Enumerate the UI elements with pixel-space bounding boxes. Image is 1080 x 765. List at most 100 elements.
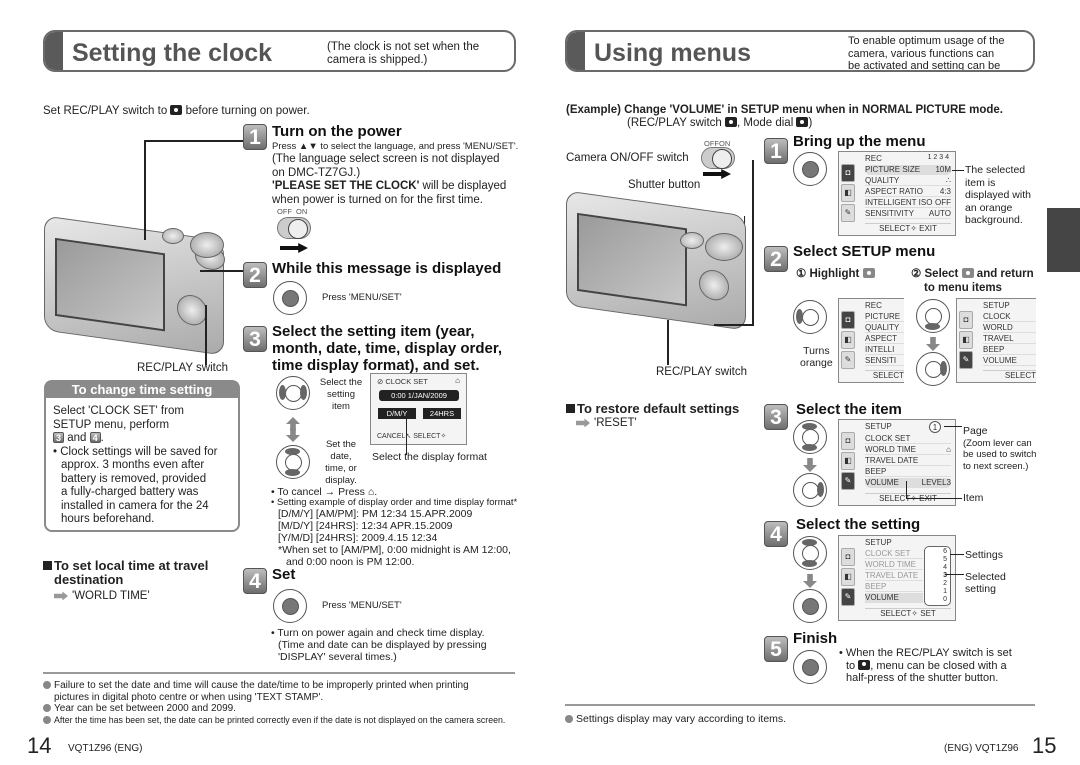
step-ref-4: 4: [89, 432, 101, 443]
step-number-3: 3: [764, 404, 788, 430]
motion-tab[interactable]: ◧: [841, 331, 855, 349]
left-notes: Failure to set the date and time will ca…: [43, 680, 505, 726]
square-bullet-icon: [566, 404, 575, 413]
rec-tab[interactable]: ◘: [959, 311, 973, 329]
down-arrow-icon: [803, 574, 817, 588]
rec-tab[interactable]: ◘: [841, 548, 855, 566]
menu-item[interactable]: WORLD TIME ⌂: [865, 445, 951, 455]
menu-item[interactable]: SENSITIVITY AUTO: [865, 209, 951, 219]
step-number-1: 1: [243, 124, 267, 150]
bullet-icon: [43, 715, 51, 724]
mode-dial: [190, 232, 224, 258]
camera-mode-icon: [858, 659, 871, 670]
callout-line: [945, 574, 964, 575]
right-arrow-icon: [280, 243, 308, 253]
camera-mode-icon: [170, 105, 183, 115]
control-pad-icon: [793, 650, 827, 684]
volume-setting-screen: SETUP ◘ ◧ ✎ CLOCK SET WORLD TIME TRAVEL …: [838, 535, 956, 621]
menu-item-selected[interactable]: VOLUME LEVEL3: [865, 478, 951, 488]
control-pad-right-icon: [793, 473, 827, 507]
control-pad-up-down-icon: [276, 445, 310, 479]
intro-text: Set REC/PLAY switch to before turning on…: [43, 105, 310, 117]
step-number-5: 5: [764, 636, 788, 662]
menu-item-selected[interactable]: PICTURE SIZE 10M: [865, 165, 951, 175]
motion-tab[interactable]: ◧: [959, 331, 973, 349]
motion-tab[interactable]: ◧: [841, 452, 855, 470]
step2-sub2: ② Select and return to menu items: [911, 268, 1034, 294]
menu-item[interactable]: BEEP: [865, 467, 951, 477]
page-title: Setting the clock: [72, 39, 273, 67]
bullet-icon: [43, 681, 51, 689]
right-arrow-icon: [703, 169, 731, 179]
finish-note: • When the REC/PLAY switch is set to , m…: [839, 647, 1012, 684]
step-title-4: Select the setting: [796, 516, 921, 533]
rec-menu-partial-screen: REC ◘ ◧ ✎ PICTURE QUALITY ASPECT INTELLI…: [838, 298, 904, 383]
rec-tab[interactable]: ◘: [841, 311, 855, 329]
turns-orange-label: Turns orange: [800, 345, 833, 369]
connector-line: [752, 160, 754, 325]
step4-note: • Turn on power again and check time dis…: [271, 627, 487, 663]
rec-menu-screen: REC 1 2 3 4 ◘ ◧ ✎ PICTURE SIZE 10M QUALIT…: [838, 151, 956, 236]
menu-item[interactable]: QUALITY ∴: [865, 176, 951, 186]
camera-screen: [577, 212, 687, 307]
callout-line: [406, 419, 407, 455]
example-subline: (REC/PLAY switch , Mode dial ): [627, 117, 813, 129]
setup-tab[interactable]: ✎: [841, 588, 855, 606]
callout-line: [944, 426, 962, 427]
control-pad-left-right-icon: [276, 376, 310, 410]
header-note: (The clock is not set when the camera is…: [327, 41, 480, 66]
page-number-left: 14: [27, 733, 52, 758]
control-pad-up-down-icon: [793, 420, 827, 454]
rec-tab[interactable]: ◘: [841, 432, 855, 450]
power-switch[interactable]: [277, 217, 311, 239]
step4-press: Press 'MENU/SET': [322, 600, 402, 611]
time-format-field[interactable]: 24HRS: [423, 408, 461, 419]
volume-level-selector[interactable]: 6 5 4 3 2 1 0: [924, 546, 951, 606]
box-header: To change time setting: [46, 382, 238, 398]
menu-item[interactable]: TRAVEL DATE: [865, 456, 951, 466]
shutter-button: [680, 232, 704, 249]
selected-setting-callout: Selected setting: [965, 571, 1006, 595]
menu-item[interactable]: INTELLIGENT ISO OFF: [865, 198, 951, 208]
section-tab: [1047, 208, 1080, 272]
control-pad-icon: [273, 589, 307, 623]
reset-link[interactable]: 'RESET': [576, 417, 637, 431]
step-title-1: Turn on the power: [272, 123, 402, 140]
connector-line: [144, 140, 146, 240]
setup-tab[interactable]: ✎: [841, 204, 855, 222]
callout-line: [950, 554, 964, 555]
shutter-button-label: Shutter button: [628, 179, 701, 191]
camera-control-pad: [699, 268, 729, 303]
rec-tab[interactable]: ◘: [841, 164, 855, 182]
setup-tab[interactable]: ✎: [841, 351, 855, 369]
recplay-switch-label: REC/PLAY switch: [137, 362, 228, 374]
menu-item[interactable]: ASPECT RATIO 4:3: [865, 187, 951, 197]
step-number-2: 2: [243, 262, 267, 288]
setup-menu-screen: SETUP 1 ◘ ◧ ✎ CLOCK SET WORLD TIME ⌂ TRAV…: [838, 419, 956, 506]
setup-tab[interactable]: ✎: [841, 472, 855, 490]
motion-tab[interactable]: ◧: [841, 184, 855, 202]
header-note: To enable optimum usage of the camera, v…: [848, 35, 1005, 72]
step-title-3: Select the item: [796, 401, 902, 418]
step-title-2: While this message is displayed: [272, 260, 502, 277]
selected-level: 3: [943, 572, 947, 579]
pad2-label: Set the date, time, or display.: [325, 439, 357, 486]
world-time-link[interactable]: 'WORLD TIME': [54, 590, 150, 604]
connector-line: [205, 305, 207, 365]
callout-line: [906, 498, 962, 499]
control-pad-icon: [793, 152, 827, 186]
time-date-field[interactable]: 0:00 1/JAN/2009: [379, 390, 459, 401]
pad1-label: Select the setting item: [319, 377, 363, 412]
connector-line: [144, 140, 244, 142]
menu-item[interactable]: CLOCK SET: [865, 434, 951, 444]
callout-line: [952, 170, 964, 171]
motion-tab[interactable]: ◧: [841, 568, 855, 586]
step1-text: (The language select screen is not displ…: [272, 153, 507, 206]
display-order-field[interactable]: D/M/Y: [378, 408, 416, 419]
shutter-button: [162, 228, 184, 244]
power-switch[interactable]: [701, 147, 735, 169]
step-number-4: 4: [764, 521, 788, 547]
step-title-2: Select SETUP menu: [793, 243, 936, 260]
header-accent-bar: [567, 32, 585, 70]
setup-tab[interactable]: ✎: [959, 351, 973, 369]
